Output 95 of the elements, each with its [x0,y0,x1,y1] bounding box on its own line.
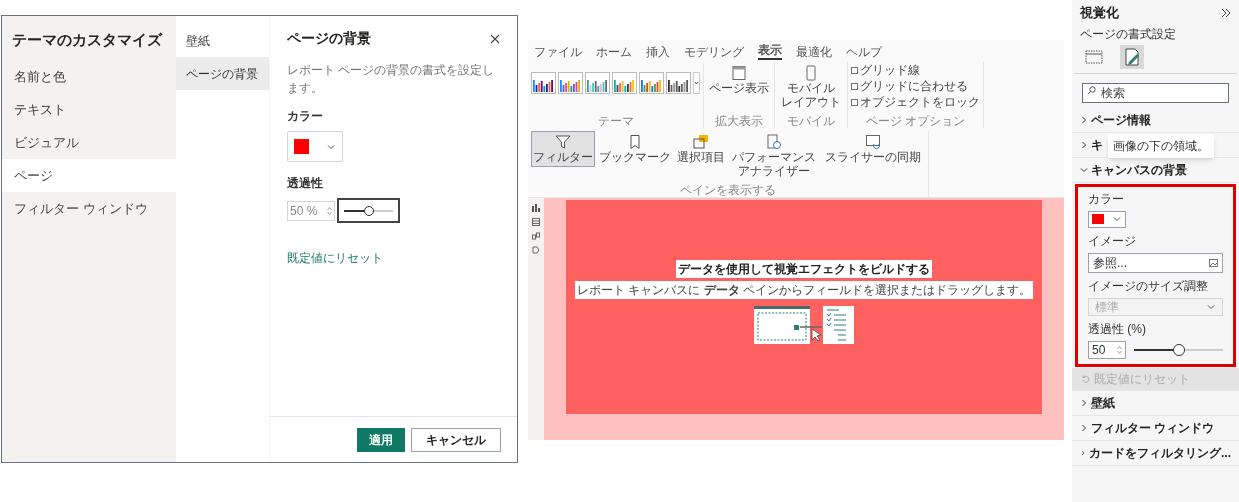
image-icon [1209,258,1218,267]
section-header[interactable]: フィルター ウィンドウ [1072,415,1239,441]
chevron-right-icon [1080,140,1088,149]
group-label: テーマ [596,114,635,128]
transparency-slider[interactable] [337,198,400,223]
performance-icon [766,134,782,150]
apply-button[interactable]: 適用 [357,427,405,452]
spinner-value: 50 % [290,202,318,220]
nav-item[interactable]: フィルター ウィンドウ [2,192,176,225]
ribbon-button[interactable]: パフォーマンス アナライザー [729,131,819,181]
query-icon[interactable] [532,246,540,254]
table-icon[interactable] [532,218,540,226]
chevron-right-icon [1080,115,1088,124]
ribbon-tab[interactable]: 挿入 [646,44,670,60]
field-label: イメージのサイズ調整 [1088,277,1208,295]
color-picker[interactable] [287,131,343,162]
reset-icon [1082,374,1090,383]
section-header[interactable]: ページ情報 [1072,107,1239,133]
ribbon-button[interactable]: スライサーの同期 [821,131,925,167]
theme-thumbnail[interactable] [666,72,691,94]
nav-item[interactable]: テキスト [2,93,176,126]
bookmark-icon [627,134,643,150]
search-icon [1087,85,1096,95]
checkbox-label: オブジェクトをロック [860,95,980,109]
field-label: カラー [287,108,323,125]
ribbon-button[interactable]: 選択項目 [675,131,727,167]
chevron-right-icon [1080,423,1088,432]
checkbox[interactable] [851,66,858,74]
group-label: ペインを表示する [679,183,777,197]
slider-thumb[interactable] [363,205,374,216]
pane-title: 視覚化 [1080,4,1119,22]
theme-thumbnail[interactable] [558,72,583,94]
canvas-subtitle: レポート キャンバスに データ ペインからフィールドを選択またはドラッグします。 [575,281,1033,299]
section-header[interactable]: 壁紙 [1072,390,1239,416]
chevron-down-icon [1080,165,1088,174]
section-header[interactable]: キャンバスの背景 [1072,157,1239,183]
nav-item[interactable]: 壁紙 [176,24,269,57]
percent-spinner[interactable]: 50 [1088,340,1126,359]
cancel-button[interactable]: キャンセル [411,427,501,452]
model-icon[interactable] [532,232,540,240]
reset-link[interactable]: 既定値にリセット [287,249,383,267]
color-picker[interactable] [1088,210,1126,228]
ribbon-tab[interactable]: モデリング [684,44,744,60]
chevron-down-icon [1112,214,1122,224]
ribbon-tab[interactable]: ファイル [534,44,582,60]
slider-thumb[interactable] [1172,343,1185,356]
dialog-title: テーマのカスタマイズ [12,30,162,50]
search-field[interactable]: 検索 [1082,82,1229,103]
ribbon-button[interactable]: モバイル レイアウト [778,62,844,112]
nav-item[interactable]: 名前と色 [2,60,176,93]
chevron-right-icon [1080,398,1088,407]
close-icon[interactable] [490,33,500,44]
group-label: 拡大表示 [714,114,764,128]
checkbox-label: グリッド線 [860,63,920,77]
percent-spinner[interactable]: 50 % [287,200,335,221]
section-heading: ページの背景 [287,29,371,48]
ribbon-tab[interactable]: ホーム [596,44,632,60]
selection-icon [693,134,709,150]
section-header[interactable]: キ 画像の下の領域。 [1072,132,1239,158]
collapse-icon[interactable] [1221,7,1231,18]
ribbon-button[interactable]: フィルター [531,131,595,167]
image-field[interactable]: 参照... [1088,252,1223,273]
paintbrush-page-icon [1122,46,1142,67]
ribbon-tab[interactable]: ヘルプ [846,44,882,60]
canvas-title: データを使用して視覚エフェクトをビルドする [676,260,932,278]
field-label: カラー [1088,190,1124,208]
theme-thumbnail[interactable] [585,72,610,94]
checkbox-label: グリッドに合わせる [860,79,968,93]
group-label: ページ オプション [864,114,967,128]
filter-icon [555,134,571,150]
theme-thumbnail[interactable] [531,72,556,94]
page-icon [731,65,747,81]
ribbon-button[interactable]: ページ表示 [707,62,771,98]
description-text: レポート ページの背景の書式を設定します。 [287,62,496,97]
group-label: モバイル [786,114,836,128]
format-tab[interactable] [1120,44,1144,69]
ribbon-tab[interactable]: 最適化 [796,44,832,60]
tooltip: 画像の下の領域。 [1108,133,1214,158]
nav-item[interactable]: ビジュアル [2,126,176,159]
theme-thumbnail[interactable] [639,72,664,94]
field-label: 透過性 (%) [1088,320,1146,338]
phone-icon [803,65,819,81]
chevron-right-icon [1080,448,1086,457]
field-label: イメージ [1088,232,1136,250]
section-header[interactable]: カードをフィルタリング... [1072,440,1239,466]
field-label: 透過性 [287,175,323,192]
nav-item[interactable]: ページの背景 [176,57,269,90]
pane-subtitle: ページの書式設定 [1079,25,1177,43]
bar-chart-icon[interactable] [532,204,540,212]
sync-icon [865,134,881,150]
theme-thumbnail[interactable] [612,72,637,94]
checkbox[interactable] [851,98,858,106]
checkbox[interactable] [851,82,858,90]
nav-item[interactable]: ページ [2,159,176,192]
ribbon-button[interactable]: ブックマーク [597,131,673,167]
